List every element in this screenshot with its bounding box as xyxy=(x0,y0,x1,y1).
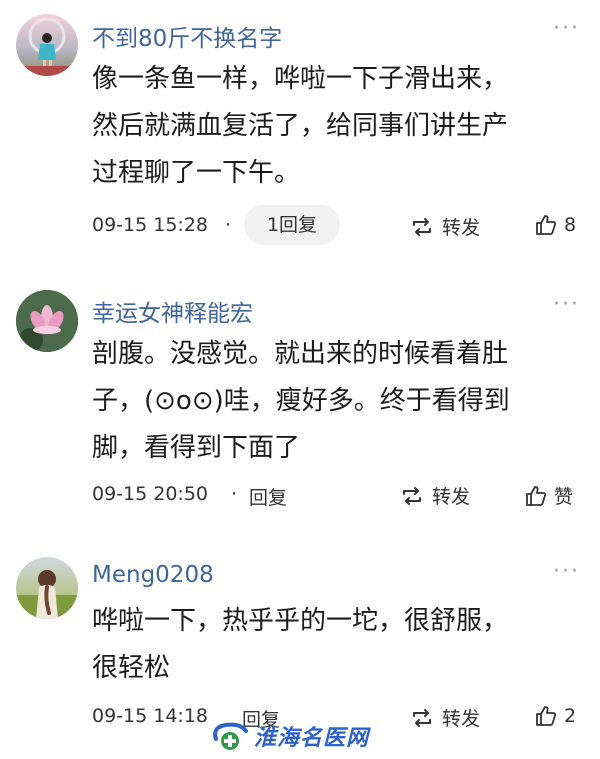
repost-icon xyxy=(410,216,434,238)
thumbs-up-icon xyxy=(534,704,558,728)
timestamp: 09-15 14:18 xyxy=(92,705,209,727)
comment-item: 幸运女神释能宏 ··· 剖腹。没感觉。就出来的时候看着肚 子，(⊙o⊙)哇，瘦好… xyxy=(0,280,600,520)
more-options-button[interactable]: ··· xyxy=(553,16,580,41)
comment-line: 很轻松 xyxy=(92,653,171,683)
comment-text: 剖腹。没感觉。就出来的时候看着肚 子，(⊙o⊙)哇，瘦好多。终于看得到 脚，看得… xyxy=(92,331,572,472)
reply-button[interactable]: 回复 xyxy=(249,483,287,510)
repost-label: 转发 xyxy=(442,708,481,730)
repost-label: 转发 xyxy=(432,486,471,508)
repost-button[interactable]: 转发 xyxy=(410,704,480,731)
comment-line: 脚，看得到下面了 xyxy=(92,433,301,463)
watermark-text: 淮海名医网 xyxy=(254,725,370,751)
separator-dot: · xyxy=(225,214,232,236)
avatar[interactable] xyxy=(16,290,78,352)
reply-button[interactable]: 1回复 xyxy=(244,205,340,245)
comment-text: 像一条鱼一样，哗啦一下子滑出来， 然后就满血复活了，给同事们讲生产 过程聊了一下… xyxy=(92,56,572,197)
repost-icon xyxy=(400,485,424,507)
repost-label: 转发 xyxy=(442,217,481,239)
medical-cross-logo-icon xyxy=(210,719,250,753)
like-button[interactable]: 赞 xyxy=(524,482,573,509)
like-count: 8 xyxy=(564,214,577,236)
like-button[interactable]: 2 xyxy=(534,704,576,728)
username[interactable]: Meng0208 xyxy=(92,562,214,588)
watermark: 淮海名医网 xyxy=(210,718,390,754)
repost-button[interactable]: 转发 xyxy=(400,482,470,509)
comment-line: 哗啦一下，热乎乎的一坨，很舒服， xyxy=(92,606,509,636)
like-button[interactable]: 8 xyxy=(534,213,576,237)
timestamp: 09-15 15:28 xyxy=(92,214,209,236)
comment-line: 剖腹。没感觉。就出来的时候看着肚 xyxy=(92,339,509,369)
more-options-button[interactable]: ··· xyxy=(553,559,580,584)
more-options-button[interactable]: ··· xyxy=(553,292,580,317)
repost-button[interactable]: 转发 xyxy=(410,213,480,240)
avatar[interactable] xyxy=(16,557,78,619)
username[interactable]: 不到80斤不换名字 xyxy=(92,19,282,53)
repost-icon xyxy=(410,707,434,729)
comment-text: 哗啦一下，热乎乎的一坨，很舒服， 很轻松 xyxy=(92,598,572,692)
username[interactable]: 幸运女神释能宏 xyxy=(92,294,253,328)
comment-meta: 09-15 20:50 · 回复 转发 赞 xyxy=(92,474,582,514)
comment-item: 不到80斤不换名字 ··· 像一条鱼一样，哗啦一下子滑出来， 然后就满血复活了，… xyxy=(0,0,600,262)
like-label: 赞 xyxy=(554,486,574,508)
like-count: 2 xyxy=(564,705,577,727)
comment-line: 像一条鱼一样，哗啦一下子滑出来， xyxy=(92,64,509,94)
comment-line: 过程聊了一下午。 xyxy=(92,158,301,188)
timestamp: 09-15 20:50 xyxy=(92,483,209,505)
separator-dot: · xyxy=(231,483,238,505)
comment-line: 子，(⊙o⊙)哇，瘦好多。终于看得到 xyxy=(92,386,510,416)
thumbs-up-icon xyxy=(524,484,548,508)
thumbs-up-icon xyxy=(534,213,558,237)
avatar[interactable] xyxy=(16,14,78,76)
comment-line: 然后就满血复活了，给同事们讲生产 xyxy=(92,111,509,141)
comment-meta: 09-15 15:28 · 1回复 转发 8 xyxy=(92,205,582,245)
